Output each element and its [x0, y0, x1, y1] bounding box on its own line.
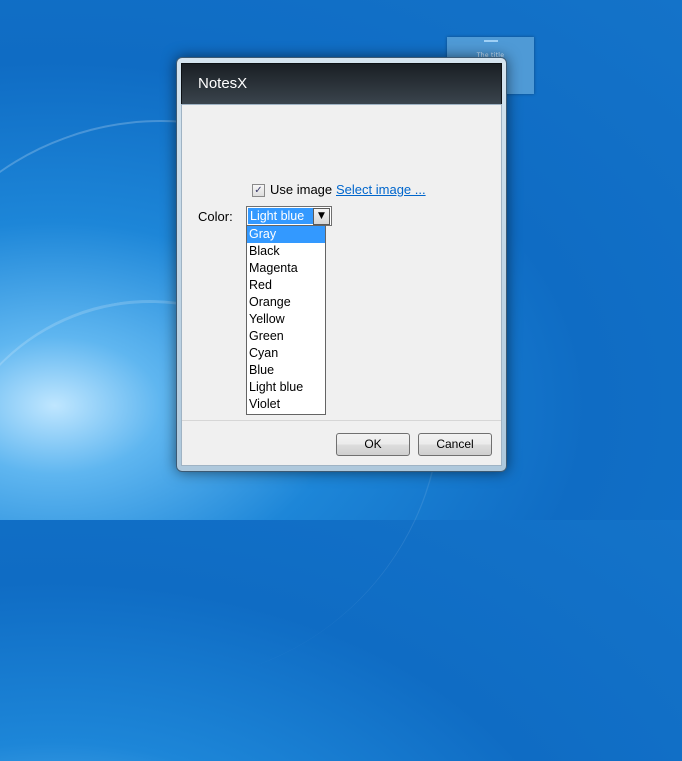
color-dropdown-list: Gray Black Magenta Red Orange Yellow Gre… — [246, 225, 326, 415]
color-option[interactable]: Gray — [247, 226, 325, 243]
color-select-value: Light blue — [248, 208, 314, 224]
chevron-down-icon[interactable]: ▼ — [313, 208, 330, 225]
select-image-link[interactable]: Select image ... — [336, 182, 426, 197]
use-image-checkbox[interactable]: ✓ — [252, 184, 265, 197]
color-option[interactable]: Light blue — [247, 379, 325, 396]
use-image-label: Use image — [270, 182, 333, 197]
color-option[interactable]: Red — [247, 277, 325, 294]
color-option[interactable]: Magenta — [247, 260, 325, 277]
color-select[interactable]: Light blue ▼ — [246, 206, 332, 226]
cancel-button[interactable]: Cancel — [418, 433, 492, 456]
color-option[interactable]: Black — [247, 243, 325, 260]
dialog-content: ✓ Use image Select image ... Color: Ligh… — [181, 104, 502, 466]
color-option[interactable]: Yellow — [247, 311, 325, 328]
color-label: Color: — [198, 209, 233, 224]
color-option[interactable]: Green — [247, 328, 325, 345]
ok-button[interactable]: OK — [336, 433, 410, 456]
dialog-title: NotesX — [198, 75, 248, 92]
note-gadget-bar — [483, 40, 498, 42]
color-option[interactable]: Violet — [247, 396, 325, 413]
color-option[interactable]: Blue — [247, 362, 325, 379]
footer-divider — [182, 420, 501, 421]
notesx-dialog: NotesX ✓ Use image Select image ... Colo… — [176, 57, 507, 472]
dialog-titlebar[interactable]: NotesX — [181, 63, 502, 105]
color-option[interactable]: Orange — [247, 294, 325, 311]
color-option[interactable]: Cyan — [247, 345, 325, 362]
